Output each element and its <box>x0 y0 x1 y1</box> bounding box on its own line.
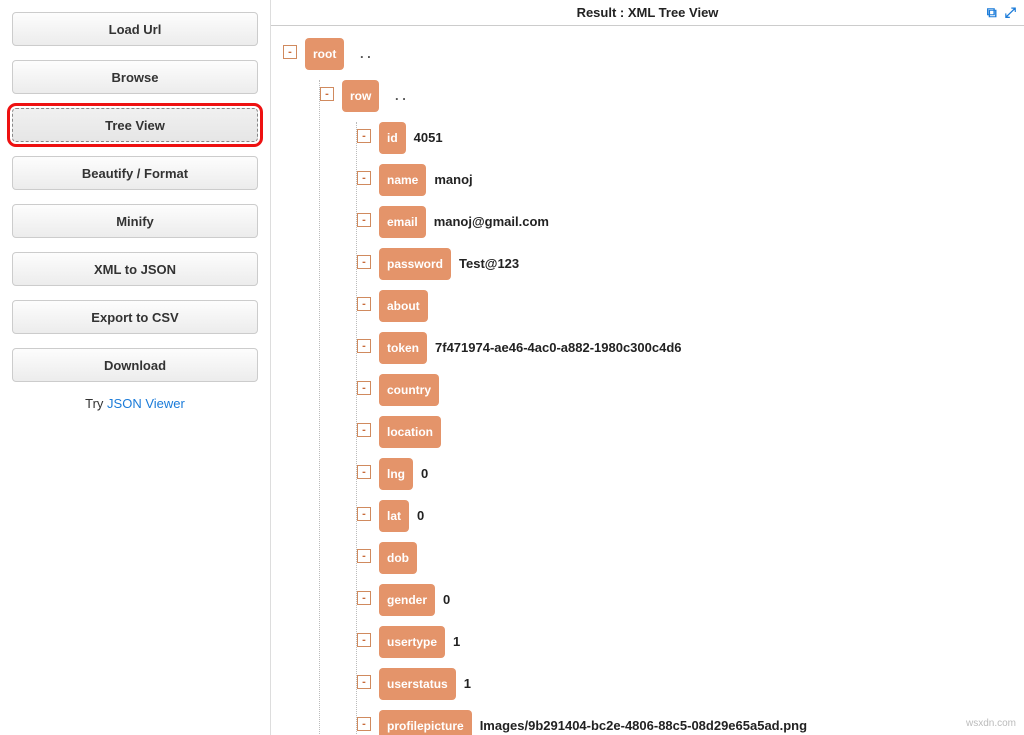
value-password: Test@123 <box>459 256 519 271</box>
toggle-icon[interactable]: - <box>357 423 371 437</box>
value-lng: 0 <box>421 466 428 481</box>
toggle-icon[interactable]: - <box>283 45 297 59</box>
toggle-icon[interactable]: - <box>357 507 371 521</box>
minify-button[interactable]: Minify <box>12 204 258 238</box>
tag-root[interactable]: root <box>305 38 344 70</box>
copy-icon[interactable]: ⧉ <box>987 4 997 21</box>
toggle-icon[interactable]: - <box>357 717 371 731</box>
dots: . . <box>360 46 371 61</box>
result-title: Result : XML Tree View <box>577 5 719 20</box>
toggle-icon[interactable]: - <box>320 87 334 101</box>
download-button[interactable]: Download <box>12 348 258 382</box>
node-row: - row . . -id4051-namemanoj-emailmanoj@g… <box>320 80 1024 735</box>
node-lat: -lat 0 <box>357 500 1024 532</box>
xml-to-json-button[interactable]: XML to JSON <box>12 252 258 286</box>
tag-id[interactable]: id <box>379 122 406 154</box>
node-password: -password Test@123 <box>357 248 1024 280</box>
tag-country[interactable]: country <box>379 374 439 406</box>
toggle-icon[interactable]: - <box>357 255 371 269</box>
node-profilepicture: -profilepicture Images/9b291404-bc2e-4806… <box>357 710 1024 735</box>
beautify-format-button[interactable]: Beautify / Format <box>12 156 258 190</box>
value-lat: 0 <box>417 508 424 523</box>
toggle-icon[interactable]: - <box>357 339 371 353</box>
toggle-icon[interactable]: - <box>357 381 371 395</box>
node-root: - root . . - row . . -id4051-namemanoj-e… <box>283 38 1024 735</box>
node-lng: -lng 0 <box>357 458 1024 490</box>
toggle-icon[interactable]: - <box>357 591 371 605</box>
node-usertype: -usertype 1 <box>357 626 1024 658</box>
tag-dob[interactable]: dob <box>379 542 417 574</box>
toggle-icon[interactable]: - <box>357 633 371 647</box>
value-email: manoj@gmail.com <box>434 214 549 229</box>
tag-token[interactable]: token <box>379 332 427 364</box>
load-url-button[interactable]: Load Url <box>12 12 258 46</box>
toggle-icon[interactable]: - <box>357 549 371 563</box>
header-icons: ⧉ ⤢ <box>987 4 1016 21</box>
toggle-icon[interactable]: - <box>357 213 371 227</box>
tag-gender[interactable]: gender <box>379 584 435 616</box>
value-userstatus: 1 <box>464 676 471 691</box>
try-prefix: Try <box>85 396 107 411</box>
node-userstatus: -userstatus 1 <box>357 668 1024 700</box>
toggle-icon[interactable]: - <box>357 171 371 185</box>
node-dob: -dob <box>357 542 1024 574</box>
tree-view-button[interactable]: Tree View <box>12 108 258 142</box>
node-email: -email manoj@gmail.com <box>357 206 1024 238</box>
json-viewer-link[interactable]: JSON Viewer <box>107 396 185 411</box>
node-name: -name manoj <box>357 164 1024 196</box>
value-usertype: 1 <box>453 634 460 649</box>
tag-row[interactable]: row <box>342 80 379 112</box>
tag-name[interactable]: name <box>379 164 426 196</box>
node-country: -country <box>357 374 1024 406</box>
tag-lng[interactable]: lng <box>379 458 413 490</box>
tag-usertype[interactable]: usertype <box>379 626 445 658</box>
tag-profilepicture[interactable]: profilepicture <box>379 710 472 735</box>
tag-userstatus[interactable]: userstatus <box>379 668 456 700</box>
node-about: -about <box>357 290 1024 322</box>
root-children: - row . . -id4051-namemanoj-emailmanoj@g… <box>319 80 1024 735</box>
value-name: manoj <box>434 172 472 187</box>
row-children: -id4051-namemanoj-emailmanoj@gmail.com-p… <box>356 122 1024 735</box>
toggle-icon[interactable]: - <box>357 675 371 689</box>
result-panel: Result : XML Tree View ⧉ ⤢ - root . . - … <box>270 0 1024 735</box>
toggle-icon[interactable]: - <box>357 129 371 143</box>
value-gender: 0 <box>443 592 450 607</box>
watermark: wsxdn.com <box>966 718 1016 729</box>
xml-tree: - root . . - row . . -id4051-namemanoj-e… <box>271 26 1024 735</box>
sidebar: Load Url Browse Tree View Beautify / For… <box>0 0 270 423</box>
try-json-viewer: Try JSON Viewer <box>12 396 258 411</box>
toggle-icon[interactable]: - <box>357 465 371 479</box>
app-root: Load Url Browse Tree View Beautify / For… <box>0 0 1024 735</box>
value-profilepicture: Images/9b291404-bc2e-4806-88c5-08d29e65a… <box>480 718 807 733</box>
tag-about[interactable]: about <box>379 290 428 322</box>
value-id: 4051 <box>414 130 443 145</box>
expand-icon[interactable]: ⤢ <box>1005 4 1016 21</box>
node-token: -token 7f471974-ae46-4ac0-a882-1980c300c4… <box>357 332 1024 364</box>
node-location: -location <box>357 416 1024 448</box>
tag-email[interactable]: email <box>379 206 426 238</box>
browse-button[interactable]: Browse <box>12 60 258 94</box>
result-header: Result : XML Tree View ⧉ ⤢ <box>271 0 1024 26</box>
node-gender: -gender 0 <box>357 584 1024 616</box>
export-csv-button[interactable]: Export to CSV <box>12 300 258 334</box>
node-id: -id 4051 <box>357 122 1024 154</box>
tag-location[interactable]: location <box>379 416 441 448</box>
value-token: 7f471974-ae46-4ac0-a882-1980c300c4d6 <box>435 340 682 355</box>
dots: . . <box>395 88 406 103</box>
tag-password[interactable]: password <box>379 248 451 280</box>
toggle-icon[interactable]: - <box>357 297 371 311</box>
tag-lat[interactable]: lat <box>379 500 409 532</box>
